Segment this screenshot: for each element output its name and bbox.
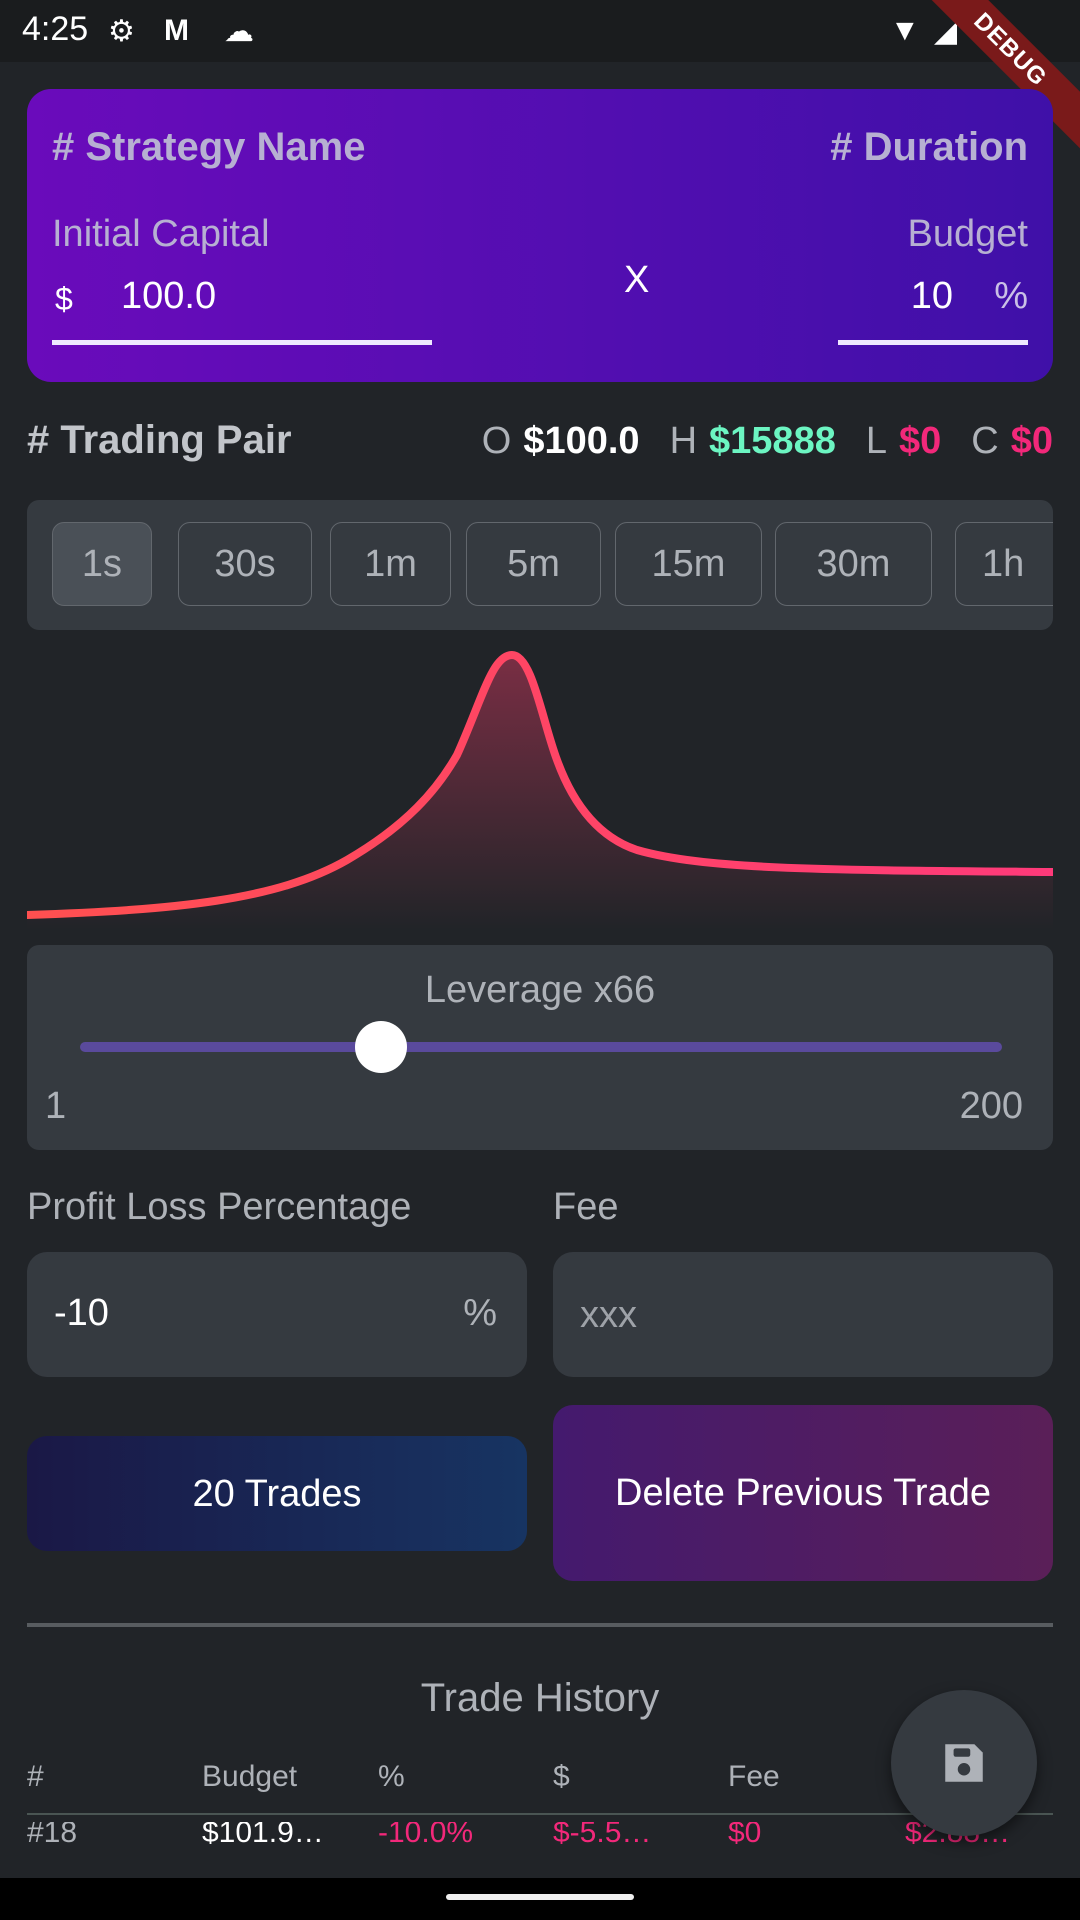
price-chart	[27, 650, 1053, 930]
interval-chip-5m[interactable]: 5m	[466, 522, 601, 606]
interval-chip-15m[interactable]: 15m	[615, 522, 762, 606]
duration[interactable]: # Duration	[830, 125, 1028, 170]
budget-underline	[838, 340, 1028, 345]
col-amount: $	[553, 1760, 570, 1793]
cell-budget: $101.9…	[202, 1822, 324, 1849]
col-fee: Fee	[728, 1760, 780, 1793]
initial-capital-input[interactable]: 100.0	[121, 275, 216, 318]
leverage-min: 1	[45, 1085, 67, 1127]
profit-loss-unit: %	[463, 1292, 497, 1334]
navigation-bar	[0, 1878, 1080, 1920]
cell-fee: $0	[728, 1822, 762, 1849]
trading-pair-title[interactable]: # Trading Pair	[27, 418, 292, 463]
table-header-line	[27, 1813, 1053, 1815]
multiply-sign: X	[624, 259, 650, 301]
budget-label: Budget	[907, 213, 1028, 255]
fee-placeholder: xxx	[580, 1294, 637, 1336]
open-value: $100.0	[523, 420, 640, 462]
cell-number: #18	[27, 1822, 78, 1849]
initial-capital-label: Initial Capital	[52, 213, 270, 255]
close-value: $0	[1010, 420, 1053, 462]
fee-label: Fee	[553, 1186, 619, 1228]
save-fab[interactable]	[891, 1690, 1037, 1836]
leverage-slider-thumb[interactable]	[355, 1021, 408, 1073]
delete-previous-trade-button[interactable]: Delete Previous Trade	[553, 1405, 1053, 1581]
cell-percent: -10.0%	[378, 1822, 474, 1849]
chip-label: 1h	[982, 542, 1025, 585]
budget-unit: %	[994, 275, 1028, 317]
close-label: C	[971, 420, 999, 462]
leverage-panel: Leverage x66 1 200	[27, 945, 1053, 1150]
chip-label: 30s	[214, 542, 276, 585]
strategy-card: # Strategy Name # Duration Initial Capit…	[27, 89, 1053, 382]
leverage-max: 200	[959, 1085, 1023, 1127]
col-number: #	[27, 1760, 44, 1793]
open-label: O	[481, 420, 512, 462]
home-handle[interactable]	[446, 1894, 634, 1900]
gmail-icon: M	[164, 14, 189, 47]
ohlc-summary: O $100.0 H $15888 L $0 C $0	[482, 420, 1053, 463]
interval-chip-1h[interactable]: 1h	[955, 522, 1053, 606]
currency-prefix: $	[55, 281, 73, 317]
interval-chip-1s[interactable]: 1s	[52, 522, 152, 606]
high-value: $15888	[709, 420, 836, 462]
strategy-name[interactable]: # Strategy Name	[52, 125, 365, 170]
settings-icon: ⚙	[108, 15, 135, 48]
interval-selector: 1s 30s 1m 5m 15m 30m 1h	[27, 500, 1053, 630]
budget-input[interactable]: 10	[911, 275, 953, 318]
chip-label: 30m	[816, 542, 891, 585]
low-label: L	[865, 420, 887, 462]
col-percent: %	[378, 1760, 405, 1793]
col-budget: Budget	[202, 1760, 298, 1793]
initial-capital-underline	[52, 340, 432, 345]
cloud-icon: ☁	[224, 15, 254, 48]
save-icon	[945, 1744, 983, 1782]
low-value: $0	[898, 420, 942, 462]
leverage-label: Leverage x66	[424, 969, 656, 1011]
chip-label: 15m	[651, 542, 726, 585]
profit-loss-value: -10	[54, 1292, 109, 1334]
profit-loss-label: Profit Loss Percentage	[27, 1186, 412, 1228]
interval-chip-1m[interactable]: 1m	[330, 522, 451, 606]
wifi-icon: ▼	[890, 14, 920, 47]
chip-label: 5m	[507, 542, 560, 585]
trades-button[interactable]: 20 Trades	[27, 1436, 527, 1551]
status-bar: 4:25 ⚙ M ☁ ▼ ◢	[0, 0, 1080, 62]
clock: 4:25	[22, 10, 89, 48]
profit-loss-input[interactable]: -10 %	[27, 1252, 527, 1377]
chip-label: 1s	[81, 542, 123, 585]
cell-amount: $-5.5…	[553, 1822, 652, 1849]
interval-chip-30m[interactable]: 30m	[775, 522, 932, 606]
leverage-slider-track[interactable]	[80, 1042, 1002, 1052]
fee-input[interactable]: xxx	[553, 1252, 1053, 1377]
divider	[27, 1623, 1053, 1627]
interval-chip-30s[interactable]: 30s	[178, 522, 312, 606]
chip-label: 1m	[364, 542, 417, 585]
high-label: H	[669, 420, 698, 462]
